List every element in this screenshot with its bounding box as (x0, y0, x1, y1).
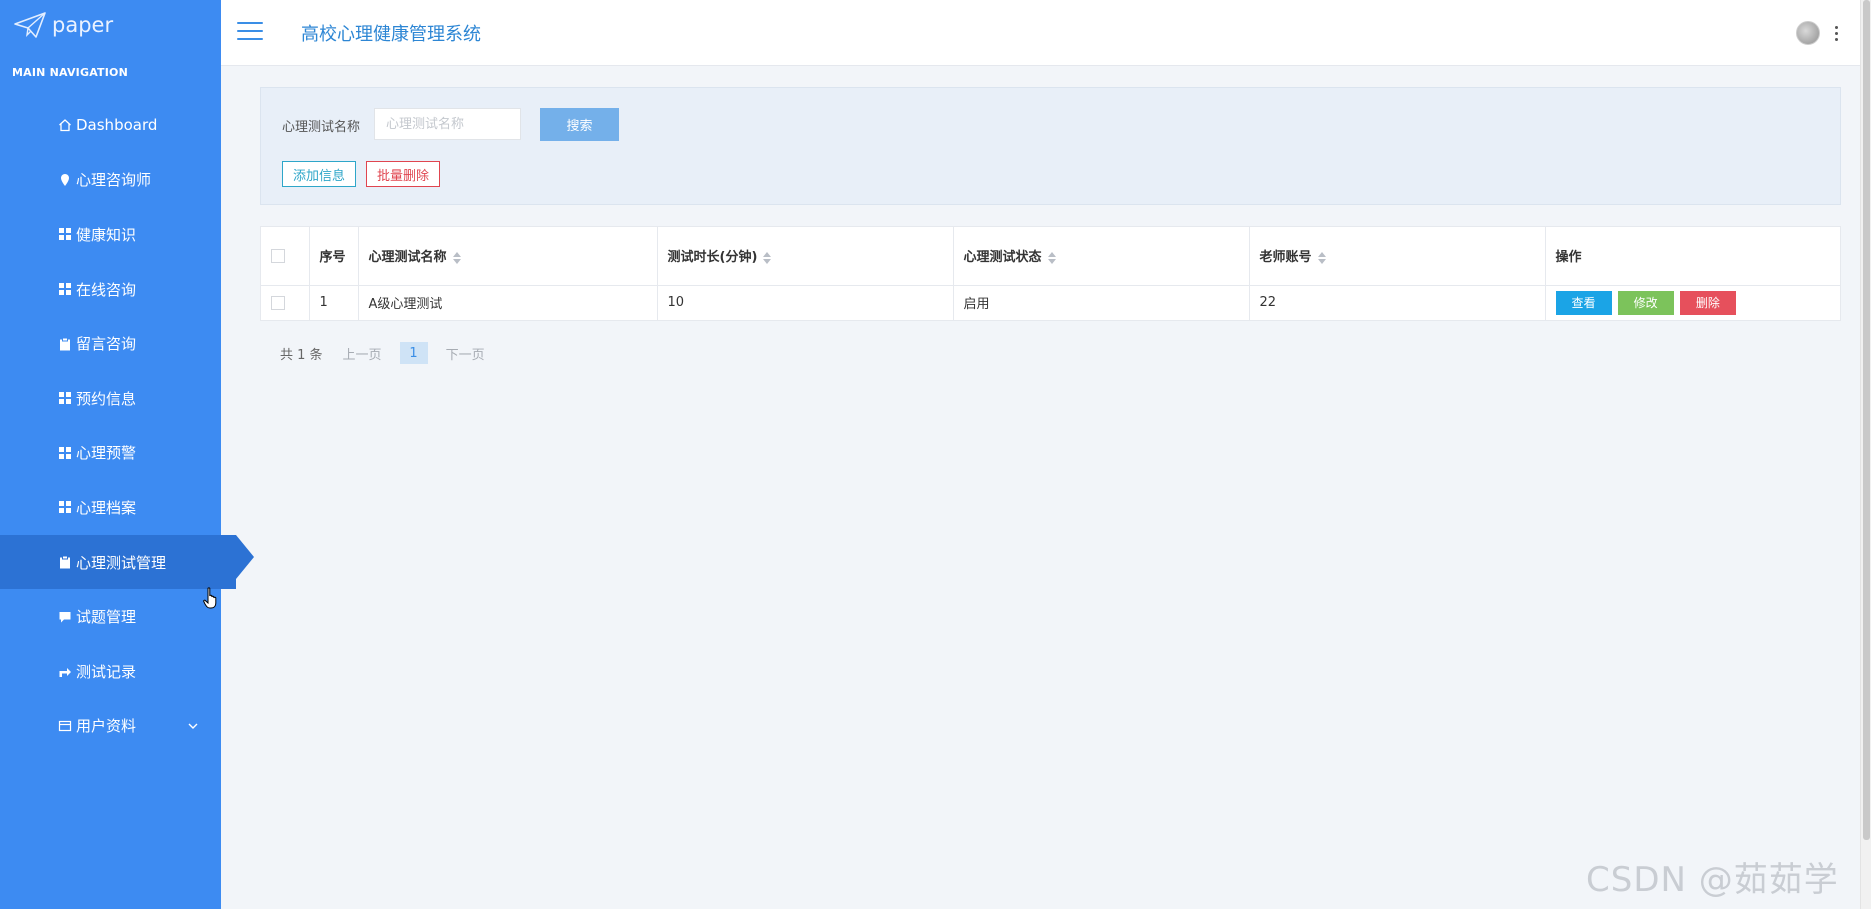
sort-icon[interactable] (452, 251, 461, 264)
search-panel: 心理测试名称 搜索 添加信息 批量删除 (260, 87, 1841, 205)
menu-toggle-icon[interactable] (237, 22, 263, 42)
sidebar-item-online-consult[interactable]: 在线咨询 (0, 262, 221, 317)
sidebar-item-label: Dashboard (76, 116, 158, 135)
grid-icon (58, 282, 72, 296)
clipboard-icon (58, 555, 72, 569)
row-select-cell (261, 285, 310, 320)
sidebar-item-records[interactable]: 心理档案 (0, 480, 221, 535)
share-icon (58, 664, 72, 678)
page-title: 高校心理健康管理系统 (301, 24, 481, 45)
sidebar-item-appointments[interactable]: 预约信息 (0, 371, 221, 426)
sidebar-item-label: 健康知识 (76, 225, 137, 244)
sidebar-item-label: 心理预警 (76, 444, 137, 463)
total-count: 共 1 条 (280, 347, 323, 363)
grid-icon (58, 446, 72, 460)
delete-button[interactable]: 删除 (1679, 290, 1736, 315)
main-navigation: Dashboard 心理咨询师 健康知识 在线咨询 留言咨询 预约信息 心理预警… (0, 98, 254, 754)
sidebar-item-label: 留言咨询 (76, 335, 137, 354)
cell-actions: 查看 修改 删除 (1545, 285, 1840, 320)
more-options-icon[interactable] (1835, 26, 1839, 42)
view-button[interactable]: 查看 (1555, 290, 1612, 315)
column-header-sortable[interactable]: 心理测试状态 (953, 227, 1250, 286)
column-header: 操作 (1545, 227, 1840, 286)
sidebar-item-message-consult[interactable]: 留言咨询 (0, 316, 221, 371)
sidebar-item-counselor[interactable]: 心理咨询师 (0, 153, 221, 208)
card-icon (58, 719, 72, 733)
sort-icon[interactable] (763, 251, 772, 264)
current-page-button[interactable]: 1 (399, 342, 428, 364)
sidebar-item-test-management[interactable]: 心理测试管理 (0, 534, 254, 590)
sidebar-item-label: 用户资料 (76, 717, 137, 736)
home-icon (58, 118, 72, 132)
sidebar-item-label: 试题管理 (76, 608, 137, 627)
column-header-sortable[interactable]: 测试时长(分钟) (657, 227, 954, 286)
sort-icon[interactable] (1317, 251, 1326, 264)
search-button[interactable]: 搜索 (540, 108, 619, 141)
sidebar-item-label: 在线咨询 (76, 280, 137, 299)
grid-icon (58, 500, 72, 514)
hand-cursor-icon (203, 587, 217, 609)
table-row: 1 A级心理测试 10 启用 22 查看 修改 删除 (261, 285, 1840, 320)
cell-duration: 10 (657, 285, 954, 320)
vertical-scrollbar[interactable] (1860, 0, 1871, 909)
cell-teacher: 22 (1249, 285, 1546, 320)
add-button[interactable]: 添加信息 (282, 161, 357, 187)
cell-status: 启用 (953, 285, 1250, 320)
paper-plane-icon (14, 12, 46, 38)
pagination: 共 1 条 上一页 1 下一页 (280, 342, 503, 364)
search-label: 心理测试名称 (282, 120, 361, 135)
sort-icon[interactable] (1047, 251, 1056, 264)
sidebar-item-question-management[interactable]: 试题管理 (0, 589, 221, 644)
table-header-row: 序号 心理测试名称 测试时长(分钟) 心理测试状态 老师账号 操作 (261, 227, 1840, 286)
sidebar-item-dashboard[interactable]: Dashboard (0, 98, 221, 153)
batch-delete-button[interactable]: 批量删除 (366, 161, 441, 187)
select-all-cell (261, 227, 310, 286)
sidebar-item-label: 测试记录 (76, 662, 137, 681)
row-checkbox[interactable] (271, 295, 285, 310)
data-table: 序号 心理测试名称 测试时长(分钟) 心理测试状态 老师账号 操作 1 A级心理… (260, 226, 1841, 321)
sidebar: paper MAIN NAVIGATION Dashboard 心理咨询师 健康… (0, 0, 254, 909)
prev-page-button[interactable]: 上一页 (343, 344, 382, 363)
grid-icon (58, 227, 72, 241)
brand-logo[interactable]: paper (14, 12, 113, 38)
comment-icon (58, 610, 72, 624)
edit-button[interactable]: 修改 (1617, 290, 1674, 315)
column-header: 序号 (309, 227, 359, 286)
clipboard-icon (58, 337, 72, 351)
top-bar: 高校心理健康管理系统 (221, 0, 1860, 66)
sidebar-item-label: 心理测试管理 (76, 553, 167, 572)
search-input[interactable] (374, 108, 521, 140)
grid-icon (58, 391, 72, 405)
watermark: CSDN @茹茹学姐 (1586, 860, 1839, 900)
chevron-down-icon[interactable] (186, 719, 200, 733)
avatar[interactable] (1796, 21, 1820, 45)
sidebar-item-test-records[interactable]: 测试记录 (0, 644, 221, 699)
sidebar-item-user-profile[interactable]: 用户资料 (0, 699, 221, 754)
brand-name: paper (52, 13, 114, 37)
next-page-button[interactable]: 下一页 (446, 344, 485, 363)
nav-heading: MAIN NAVIGATION (12, 66, 129, 79)
column-header-sortable[interactable]: 心理测试名称 (358, 227, 658, 286)
sidebar-item-health-knowledge[interactable]: 健康知识 (0, 207, 221, 262)
map-pin-icon (58, 173, 72, 187)
sidebar-item-label: 心理档案 (76, 498, 137, 517)
scrollbar-thumb[interactable] (1863, 0, 1870, 840)
sidebar-item-label: 预约信息 (76, 389, 137, 408)
cell-test-name: A级心理测试 (358, 285, 658, 320)
column-header-sortable[interactable]: 老师账号 (1249, 227, 1546, 286)
sidebar-item-warning[interactable]: 心理预警 (0, 426, 221, 481)
sidebar-item-label: 心理咨询师 (76, 171, 152, 190)
select-all-checkbox[interactable] (271, 248, 285, 263)
cell-index: 1 (309, 285, 359, 320)
